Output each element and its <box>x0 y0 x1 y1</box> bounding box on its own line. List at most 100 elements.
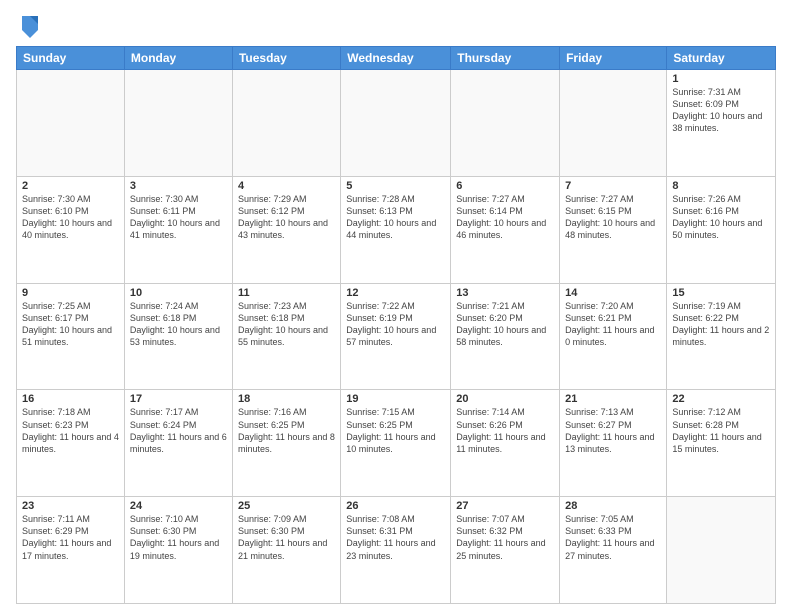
day-number: 5 <box>346 180 445 192</box>
logo <box>16 12 44 40</box>
day-info: Sunrise: 7:19 AM Sunset: 6:22 PM Dayligh… <box>672 300 770 349</box>
day-info: Sunrise: 7:23 AM Sunset: 6:18 PM Dayligh… <box>238 300 335 349</box>
calendar-cell: 14Sunrise: 7:20 AM Sunset: 6:21 PM Dayli… <box>560 283 667 390</box>
day-number: 18 <box>238 393 335 405</box>
calendar-cell: 7Sunrise: 7:27 AM Sunset: 6:15 PM Daylig… <box>560 176 667 283</box>
day-info: Sunrise: 7:18 AM Sunset: 6:23 PM Dayligh… <box>22 406 119 455</box>
calendar-cell <box>667 497 776 604</box>
calendar-cell: 21Sunrise: 7:13 AM Sunset: 6:27 PM Dayli… <box>560 390 667 497</box>
calendar-cell: 26Sunrise: 7:08 AM Sunset: 6:31 PM Dayli… <box>341 497 451 604</box>
day-number: 14 <box>565 287 661 299</box>
header <box>16 12 776 40</box>
weekday-header: Saturday <box>667 47 776 70</box>
calendar-week: 16Sunrise: 7:18 AM Sunset: 6:23 PM Dayli… <box>17 390 776 497</box>
calendar-cell: 13Sunrise: 7:21 AM Sunset: 6:20 PM Dayli… <box>451 283 560 390</box>
weekday-header: Thursday <box>451 47 560 70</box>
day-info: Sunrise: 7:11 AM Sunset: 6:29 PM Dayligh… <box>22 513 119 562</box>
day-info: Sunrise: 7:10 AM Sunset: 6:30 PM Dayligh… <box>130 513 227 562</box>
day-info: Sunrise: 7:16 AM Sunset: 6:25 PM Dayligh… <box>238 406 335 455</box>
day-number: 16 <box>22 393 119 405</box>
day-info: Sunrise: 7:13 AM Sunset: 6:27 PM Dayligh… <box>565 406 661 455</box>
day-number: 26 <box>346 500 445 512</box>
logo-icon <box>18 12 42 40</box>
day-info: Sunrise: 7:28 AM Sunset: 6:13 PM Dayligh… <box>346 193 445 242</box>
calendar: SundayMondayTuesdayWednesdayThursdayFrid… <box>16 46 776 604</box>
day-info: Sunrise: 7:07 AM Sunset: 6:32 PM Dayligh… <box>456 513 554 562</box>
calendar-cell: 17Sunrise: 7:17 AM Sunset: 6:24 PM Dayli… <box>124 390 232 497</box>
day-number: 1 <box>672 73 770 85</box>
day-info: Sunrise: 7:14 AM Sunset: 6:26 PM Dayligh… <box>456 406 554 455</box>
calendar-cell <box>124 70 232 177</box>
calendar-cell: 18Sunrise: 7:16 AM Sunset: 6:25 PM Dayli… <box>232 390 340 497</box>
calendar-cell: 27Sunrise: 7:07 AM Sunset: 6:32 PM Dayli… <box>451 497 560 604</box>
calendar-cell: 1Sunrise: 7:31 AM Sunset: 6:09 PM Daylig… <box>667 70 776 177</box>
calendar-cell <box>232 70 340 177</box>
calendar-cell: 22Sunrise: 7:12 AM Sunset: 6:28 PM Dayli… <box>667 390 776 497</box>
calendar-cell: 9Sunrise: 7:25 AM Sunset: 6:17 PM Daylig… <box>17 283 125 390</box>
day-number: 2 <box>22 180 119 192</box>
day-number: 8 <box>672 180 770 192</box>
calendar-cell: 15Sunrise: 7:19 AM Sunset: 6:22 PM Dayli… <box>667 283 776 390</box>
day-number: 13 <box>456 287 554 299</box>
day-info: Sunrise: 7:30 AM Sunset: 6:11 PM Dayligh… <box>130 193 227 242</box>
calendar-cell: 6Sunrise: 7:27 AM Sunset: 6:14 PM Daylig… <box>451 176 560 283</box>
weekday-header: Wednesday <box>341 47 451 70</box>
day-number: 22 <box>672 393 770 405</box>
day-info: Sunrise: 7:27 AM Sunset: 6:15 PM Dayligh… <box>565 193 661 242</box>
calendar-cell: 3Sunrise: 7:30 AM Sunset: 6:11 PM Daylig… <box>124 176 232 283</box>
day-info: Sunrise: 7:08 AM Sunset: 6:31 PM Dayligh… <box>346 513 445 562</box>
day-info: Sunrise: 7:25 AM Sunset: 6:17 PM Dayligh… <box>22 300 119 349</box>
weekday-header: Friday <box>560 47 667 70</box>
day-number: 7 <box>565 180 661 192</box>
calendar-week: 1Sunrise: 7:31 AM Sunset: 6:09 PM Daylig… <box>17 70 776 177</box>
day-info: Sunrise: 7:31 AM Sunset: 6:09 PM Dayligh… <box>672 86 770 135</box>
calendar-cell: 28Sunrise: 7:05 AM Sunset: 6:33 PM Dayli… <box>560 497 667 604</box>
day-number: 6 <box>456 180 554 192</box>
day-number: 15 <box>672 287 770 299</box>
calendar-week: 2Sunrise: 7:30 AM Sunset: 6:10 PM Daylig… <box>17 176 776 283</box>
weekday-header: Monday <box>124 47 232 70</box>
weekday-row: SundayMondayTuesdayWednesdayThursdayFrid… <box>17 47 776 70</box>
day-number: 25 <box>238 500 335 512</box>
day-number: 21 <box>565 393 661 405</box>
day-number: 28 <box>565 500 661 512</box>
day-info: Sunrise: 7:24 AM Sunset: 6:18 PM Dayligh… <box>130 300 227 349</box>
day-info: Sunrise: 7:29 AM Sunset: 6:12 PM Dayligh… <box>238 193 335 242</box>
day-number: 4 <box>238 180 335 192</box>
calendar-body: 1Sunrise: 7:31 AM Sunset: 6:09 PM Daylig… <box>17 70 776 604</box>
day-number: 11 <box>238 287 335 299</box>
calendar-cell: 25Sunrise: 7:09 AM Sunset: 6:30 PM Dayli… <box>232 497 340 604</box>
day-number: 27 <box>456 500 554 512</box>
page: SundayMondayTuesdayWednesdayThursdayFrid… <box>0 0 792 612</box>
calendar-cell: 10Sunrise: 7:24 AM Sunset: 6:18 PM Dayli… <box>124 283 232 390</box>
day-number: 20 <box>456 393 554 405</box>
day-info: Sunrise: 7:09 AM Sunset: 6:30 PM Dayligh… <box>238 513 335 562</box>
calendar-cell <box>560 70 667 177</box>
day-number: 9 <box>22 287 119 299</box>
calendar-week: 23Sunrise: 7:11 AM Sunset: 6:29 PM Dayli… <box>17 497 776 604</box>
weekday-header: Tuesday <box>232 47 340 70</box>
calendar-cell <box>451 70 560 177</box>
calendar-cell: 11Sunrise: 7:23 AM Sunset: 6:18 PM Dayli… <box>232 283 340 390</box>
day-number: 12 <box>346 287 445 299</box>
day-info: Sunrise: 7:27 AM Sunset: 6:14 PM Dayligh… <box>456 193 554 242</box>
day-info: Sunrise: 7:05 AM Sunset: 6:33 PM Dayligh… <box>565 513 661 562</box>
calendar-header: SundayMondayTuesdayWednesdayThursdayFrid… <box>17 47 776 70</box>
weekday-header: Sunday <box>17 47 125 70</box>
calendar-cell: 20Sunrise: 7:14 AM Sunset: 6:26 PM Dayli… <box>451 390 560 497</box>
calendar-cell: 8Sunrise: 7:26 AM Sunset: 6:16 PM Daylig… <box>667 176 776 283</box>
calendar-cell <box>341 70 451 177</box>
day-number: 24 <box>130 500 227 512</box>
day-number: 17 <box>130 393 227 405</box>
day-number: 19 <box>346 393 445 405</box>
day-info: Sunrise: 7:21 AM Sunset: 6:20 PM Dayligh… <box>456 300 554 349</box>
day-info: Sunrise: 7:17 AM Sunset: 6:24 PM Dayligh… <box>130 406 227 455</box>
calendar-cell: 4Sunrise: 7:29 AM Sunset: 6:12 PM Daylig… <box>232 176 340 283</box>
day-number: 10 <box>130 287 227 299</box>
day-info: Sunrise: 7:15 AM Sunset: 6:25 PM Dayligh… <box>346 406 445 455</box>
day-info: Sunrise: 7:12 AM Sunset: 6:28 PM Dayligh… <box>672 406 770 455</box>
day-info: Sunrise: 7:26 AM Sunset: 6:16 PM Dayligh… <box>672 193 770 242</box>
calendar-cell: 23Sunrise: 7:11 AM Sunset: 6:29 PM Dayli… <box>17 497 125 604</box>
day-number: 3 <box>130 180 227 192</box>
calendar-cell: 19Sunrise: 7:15 AM Sunset: 6:25 PM Dayli… <box>341 390 451 497</box>
